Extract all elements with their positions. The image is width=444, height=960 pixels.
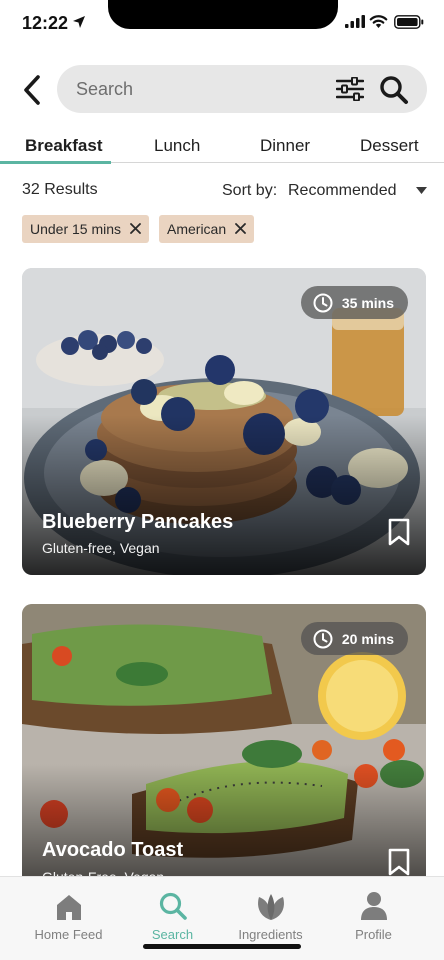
remove-filter-button[interactable] — [130, 221, 141, 237]
bookmark-icon — [388, 848, 410, 876]
home-indicator — [143, 944, 301, 949]
filter-chip-american[interactable]: American — [159, 215, 255, 243]
status-time: 12:22 — [22, 13, 69, 33]
close-icon — [235, 223, 247, 234]
recipe-title: Blueberry Pancakes — [42, 511, 234, 533]
tab-dinner[interactable]: Dinner — [260, 136, 310, 156]
category-tabs: Breakfast Lunch Dinner Dessert — [0, 132, 444, 164]
tab-lunch[interactable]: Lunch — [154, 136, 200, 156]
nav-home-feed[interactable]: Home Feed — [13, 887, 124, 942]
sort-label: Sort by: — [222, 182, 278, 199]
results-count: 32 Results — [22, 181, 98, 198]
recipe-title: Avocado Toast — [42, 839, 184, 861]
sort-dropdown[interactable]: Recommended — [288, 182, 397, 200]
recipe-tags: Gluten-free, Vegan — [42, 540, 160, 556]
tab-dessert[interactable]: Dessert — [360, 136, 419, 156]
nav-label: Profile — [355, 927, 392, 942]
leaf-icon — [257, 894, 284, 920]
bookmark-button[interactable] — [388, 518, 410, 551]
search-input[interactable]: Search — [57, 65, 427, 113]
person-icon — [360, 892, 387, 920]
home-icon — [56, 895, 81, 920]
prep-time-badge: 20 mins — [300, 622, 408, 655]
sliders-icon — [335, 76, 365, 102]
recipe-card[interactable]: 35 mins Blueberry Pancakes Gluten-free, … — [22, 268, 426, 575]
prep-time-badge: 35 mins — [300, 286, 408, 319]
bookmark-icon — [388, 518, 410, 546]
nav-ingredients[interactable]: Ingredients — [215, 887, 326, 942]
clock-icon — [313, 629, 333, 648]
filter-sliders-button[interactable] — [335, 76, 365, 106]
chevron-left-icon — [24, 75, 40, 105]
nav-label: Home Feed — [34, 927, 103, 942]
nav-profile[interactable]: Profile — [318, 887, 429, 942]
nav-label: Ingredients — [238, 927, 303, 942]
back-button[interactable] — [18, 72, 46, 108]
cellular-signal-icon — [345, 15, 365, 28]
magnifier-icon — [380, 76, 408, 104]
clock-icon — [313, 293, 333, 312]
filter-chip-label: American — [167, 221, 227, 237]
battery-icon — [394, 15, 424, 29]
nav-label: Search — [151, 927, 194, 942]
filter-chip-under-15-mins[interactable]: Under 15 mins — [22, 215, 150, 243]
search-icon — [159, 892, 187, 920]
close-icon — [130, 223, 141, 234]
wifi-icon — [369, 15, 388, 28]
active-tab-indicator — [0, 161, 111, 164]
remove-filter-button[interactable] — [235, 221, 247, 237]
location-arrow-icon — [73, 16, 85, 28]
status-bar: 12:22 — [0, 0, 444, 50]
nav-search[interactable]: Search — [117, 887, 228, 942]
device-notch — [108, 0, 338, 29]
prep-time: 35 mins — [341, 294, 394, 311]
search-placeholder: Search — [76, 79, 134, 99]
filter-chip-label: Under 15 mins — [30, 221, 122, 237]
search-submit-button[interactable] — [379, 75, 409, 110]
prep-time: 20 mins — [341, 630, 394, 647]
tab-breakfast[interactable]: Breakfast — [25, 136, 103, 156]
caret-down-icon[interactable] — [416, 187, 427, 195]
